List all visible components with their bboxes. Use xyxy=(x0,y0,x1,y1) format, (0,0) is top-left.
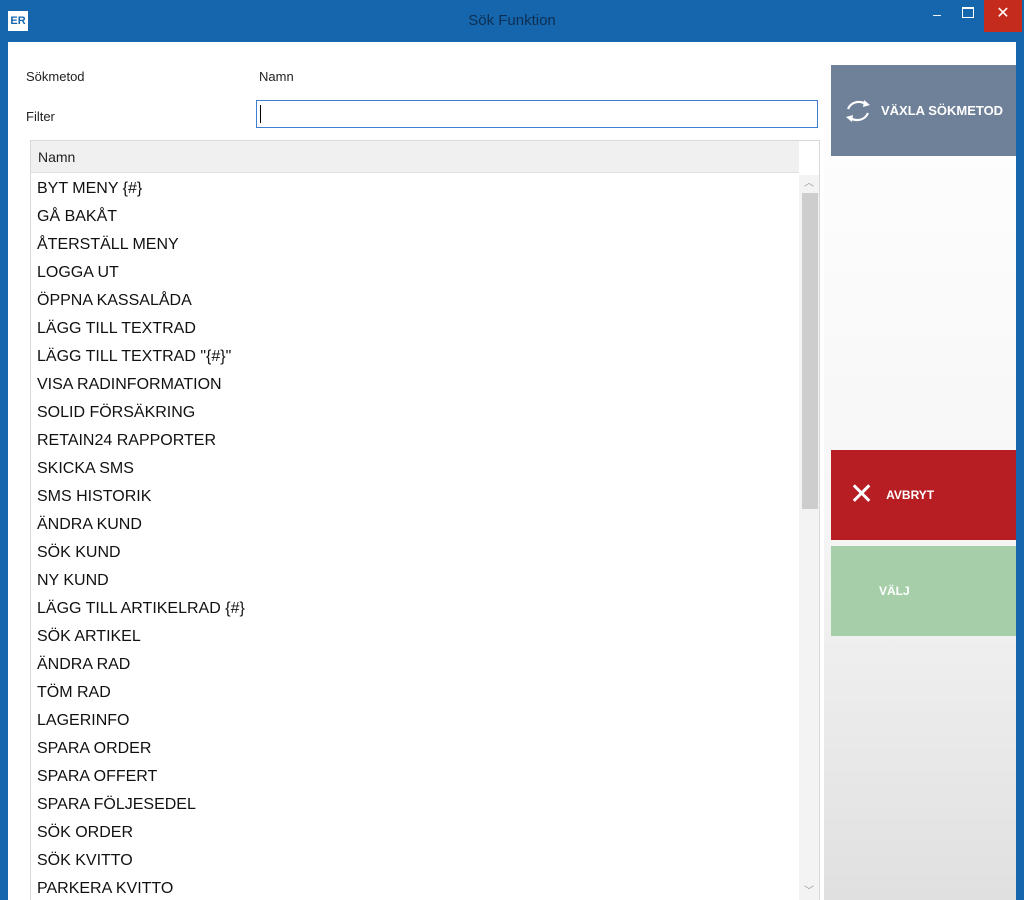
function-list: Namn BYT MENY {#} GÅ BAKÅT ÅTERSTÄLL MENY L… xyxy=(30,140,820,900)
list-item[interactable]: LAGERINFO xyxy=(31,707,799,735)
list-item[interactable]: SOLID FÖRSÄKRING xyxy=(31,399,799,427)
list-item[interactable]: LÄGG TILL ARTIKELRAD {#} xyxy=(31,595,799,623)
title-bar: ER Sök Funktion – ✕ xyxy=(0,0,1024,42)
list-item[interactable]: RETAIN24 RAPPORTER xyxy=(31,427,799,455)
list-item[interactable]: TÖM RAD xyxy=(31,679,799,707)
cancel-label: AVBRYT xyxy=(886,488,935,502)
list-item[interactable]: BYT MENY {#} xyxy=(31,175,799,203)
column-header-name[interactable]: Namn xyxy=(31,141,799,173)
choose-label: VÄLJ xyxy=(879,584,910,598)
list-item[interactable]: ÅTERSTÄLL MENY xyxy=(31,231,799,259)
list-rows: BYT MENY {#} GÅ BAKÅT ÅTERSTÄLL MENY LOGGA … xyxy=(31,175,799,900)
list-item[interactable]: PARKERA KVITTO xyxy=(31,875,799,900)
vertical-scrollbar[interactable]: ︿ ﹀ xyxy=(799,175,819,900)
search-method-value: Namn xyxy=(259,69,294,84)
filter-label: Filter xyxy=(26,109,55,124)
window-title: Sök Funktion xyxy=(468,12,556,29)
scrollbar-thumb[interactable] xyxy=(802,193,818,509)
text-caret xyxy=(260,105,261,123)
list-item[interactable]: LOGGA UT xyxy=(31,259,799,287)
choose-button[interactable]: VÄLJ xyxy=(831,546,1016,636)
list-item[interactable]: SÖK ARTIKEL xyxy=(31,623,799,651)
cancel-button[interactable]: ✕ AVBRYT xyxy=(831,450,1016,540)
list-item[interactable]: GÅ BAKÅT xyxy=(31,203,799,231)
x-icon: ✕ xyxy=(849,478,875,511)
list-item[interactable]: LÄGG TILL TEXTRAD "{#}" xyxy=(31,343,799,371)
maximize-button[interactable] xyxy=(952,0,984,32)
list-item[interactable]: ÖPPNA KASSALÅDA xyxy=(31,287,799,315)
list-item[interactable]: ÄNDRA RAD xyxy=(31,651,799,679)
list-item[interactable]: SPARA ORDER xyxy=(31,735,799,763)
list-item[interactable]: SKICKA SMS xyxy=(31,455,799,483)
list-item[interactable]: SÖK ORDER xyxy=(31,819,799,847)
list-item[interactable]: VISA RADINFORMATION xyxy=(31,371,799,399)
switch-search-method-label: VÄXLA SÖKMETOD xyxy=(881,103,1004,118)
maximize-icon xyxy=(962,6,974,18)
swap-arrows-icon xyxy=(846,99,870,122)
switch-search-method-button[interactable]: VÄXLA SÖKMETOD xyxy=(831,65,1016,156)
list-item[interactable]: SPARA FÖLJESEDEL xyxy=(31,791,799,819)
scroll-up-icon[interactable]: ︿ xyxy=(799,175,819,193)
list-item[interactable]: SÖK KVITTO xyxy=(31,847,799,875)
list-item[interactable]: ÄNDRA KUND xyxy=(31,511,799,539)
close-button[interactable]: ✕ xyxy=(984,0,1022,32)
scroll-down-icon[interactable]: ﹀ xyxy=(799,883,819,900)
list-item[interactable]: NY KUND xyxy=(31,567,799,595)
list-item[interactable]: LÄGG TILL TEXTRAD xyxy=(31,315,799,343)
dialog-content: Sökmetod Namn Filter Namn BYT MENY {#} GÅ… xyxy=(8,42,1016,900)
side-panel: VÄXLA SÖKMETOD ✕ AVBRYT VÄLJ xyxy=(824,42,1016,900)
list-item[interactable]: SMS HISTORIK xyxy=(31,483,799,511)
list-item[interactable]: SPARA OFFERT xyxy=(31,763,799,791)
search-method-label: Sökmetod xyxy=(26,69,85,84)
list-item[interactable]: SÖK KUND xyxy=(31,539,799,567)
filter-input[interactable] xyxy=(256,100,818,128)
minimize-button[interactable]: – xyxy=(922,0,952,32)
